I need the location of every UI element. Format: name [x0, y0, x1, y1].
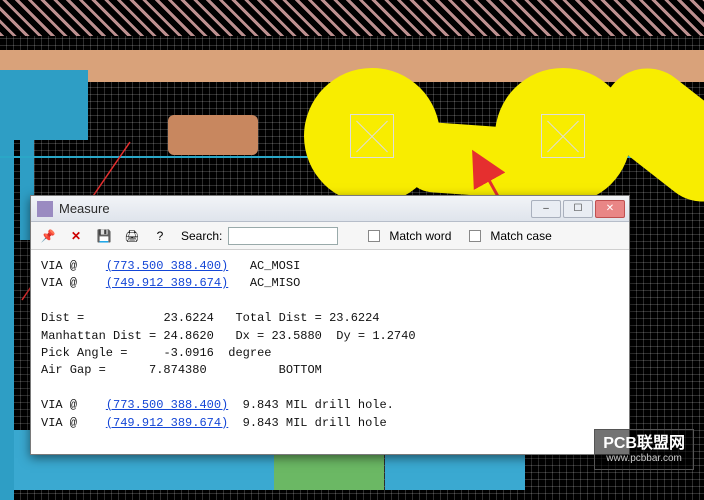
watermark-url: www.pcbbar.com [603, 453, 685, 465]
titlebar[interactable]: Measure – ☐ ✕ [31, 196, 629, 222]
pin-icon: 📌 [41, 229, 56, 243]
clear-button[interactable]: ✕ [65, 225, 87, 247]
maximize-button[interactable]: ☐ [563, 200, 593, 218]
window-title: Measure [59, 201, 110, 216]
dy-value: 1.2740 [372, 329, 415, 343]
x-icon: ✕ [71, 229, 81, 243]
via-pad-2[interactable] [495, 68, 631, 204]
via2-prefix: VIA @ [41, 276, 77, 290]
via1-prefix: VIA @ [41, 259, 77, 273]
match-word-label: Match word [389, 229, 451, 243]
via1-coord-link[interactable]: (773.500 388.400) [106, 259, 228, 273]
drill1-desc: 9.843 MIL drill hole. [243, 398, 394, 412]
measure-window: Measure – ☐ ✕ 📌 ✕ 💾 🖨 ? Search: Match wo… [30, 195, 630, 455]
drill2-desc: 9.843 MIL drill hole [243, 416, 387, 430]
green-shape [274, 454, 384, 490]
search-label: Search: [181, 229, 222, 243]
dist-label: Dist = [41, 311, 84, 325]
manhattan-label: Manhattan Dist = [41, 329, 156, 343]
minimize-button[interactable]: – [531, 200, 561, 218]
hatch-region [0, 0, 704, 36]
dx-label: Dx = [235, 329, 264, 343]
pick-angle-label: Pick Angle = [41, 346, 127, 360]
match-word-checkbox[interactable] [368, 230, 380, 242]
match-case-label: Match case [490, 229, 551, 243]
drill1-prefix: VIA @ [41, 398, 77, 412]
total-dist-value: 23.6224 [329, 311, 379, 325]
via-pad-1[interactable] [304, 68, 440, 204]
print-icon: 🖨 [124, 229, 139, 243]
save-icon: 💾 [97, 229, 112, 243]
via1-net: AC_MOSI [250, 259, 300, 273]
via2-coord-link[interactable]: (749.912 389.674) [106, 276, 228, 290]
save-button[interactable]: 💾 [93, 225, 115, 247]
search-input[interactable] [228, 227, 338, 245]
dist-value: 23.6224 [163, 311, 213, 325]
pick-angle-value: -3.0916 [163, 346, 213, 360]
cyan-shape-2 [0, 140, 14, 500]
measure-output: VIA @ (773.500 388.400) AC_MOSI VIA @ (7… [31, 250, 629, 454]
app-icon [37, 201, 53, 217]
help-icon: ? [157, 229, 164, 243]
print-button[interactable]: 🖨 [121, 225, 143, 247]
manhattan-value: 24.8620 [163, 329, 213, 343]
air-gap-label: Air Gap = [41, 363, 106, 377]
drill1-coord-link[interactable]: (773.500 388.400) [106, 398, 228, 412]
pad-cross-icon [350, 114, 394, 158]
watermark-title: PCB联盟网 [603, 435, 685, 452]
drill2-coord-link[interactable]: (749.912 389.674) [106, 416, 228, 430]
pick-angle-unit: degree [228, 346, 271, 360]
via2-net: AC_MISO [250, 276, 300, 290]
match-case-checkbox[interactable] [469, 230, 481, 242]
watermark: PCB联盟网 www.pcbbar.com [594, 429, 694, 470]
total-dist-label: Total Dist = [235, 311, 321, 325]
drill2-prefix: VIA @ [41, 416, 77, 430]
dy-label: Dy = [336, 329, 365, 343]
trace-stub [168, 115, 258, 155]
cyan-shape-1 [0, 70, 88, 140]
air-gap-value: 7.874380 [149, 363, 207, 377]
help-button[interactable]: ? [149, 225, 171, 247]
bottom-label: BOTTOM [279, 363, 322, 377]
dx-value: 23.5880 [271, 329, 321, 343]
close-button[interactable]: ✕ [595, 200, 625, 218]
pin-button[interactable]: 📌 [37, 225, 59, 247]
toolbar: 📌 ✕ 💾 🖨 ? Search: Match word Match case [31, 222, 629, 250]
pad-cross-icon [541, 114, 585, 158]
